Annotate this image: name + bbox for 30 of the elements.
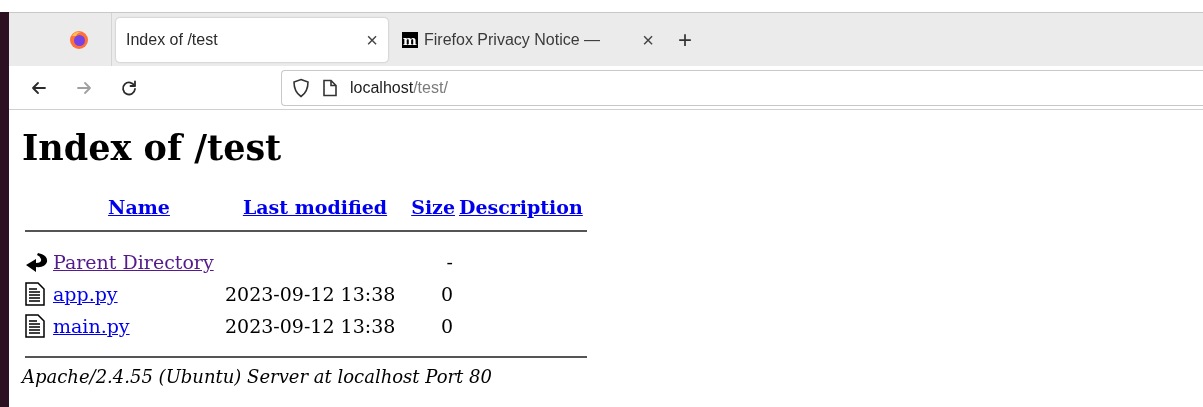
column-header-link[interactable]: Name bbox=[108, 192, 170, 222]
file-size: 0 bbox=[440, 281, 454, 307]
browser-tab[interactable]: Index of /test × bbox=[116, 17, 388, 62]
page-icon[interactable] bbox=[322, 78, 338, 97]
address-bar[interactable]: localhost/test/ bbox=[281, 69, 1203, 106]
document-icon bbox=[25, 282, 45, 306]
browser-logo-icon bbox=[69, 29, 89, 50]
close-tab-button[interactable]: × bbox=[366, 29, 378, 50]
back-arrow-icon bbox=[25, 250, 49, 274]
column-header-link[interactable]: Description bbox=[455, 192, 583, 222]
tab-title: Firefox Privacy Notice — bbox=[424, 29, 602, 50]
browser-tab[interactable]: m Firefox Privacy Notice — × bbox=[392, 17, 664, 62]
modified-date: 2023-09-12 13:38 bbox=[225, 281, 397, 307]
site-favicon: m bbox=[402, 31, 418, 48]
server-signature: Apache/2.4.55 (Ubuntu) Server at localhost Port 80 bbox=[22, 366, 493, 388]
document-icon bbox=[25, 314, 45, 338]
column-header-link[interactable]: Last modified bbox=[242, 192, 388, 222]
column-header-link[interactable]: Size bbox=[411, 192, 455, 222]
file-link[interactable]: Parent Directory bbox=[53, 247, 214, 277]
file-size: 0 bbox=[440, 313, 454, 339]
file-link[interactable]: app.py bbox=[53, 279, 118, 309]
modified-date: 2023-09-12 13:38 bbox=[225, 313, 397, 339]
new-tab-button[interactable]: + bbox=[678, 27, 692, 52]
shield-icon[interactable] bbox=[292, 77, 310, 98]
url-text: localhost/test/ bbox=[350, 77, 448, 98]
close-tab-button[interactable]: × bbox=[642, 29, 654, 50]
file-link[interactable]: main.py bbox=[53, 311, 130, 341]
page-heading: Index of /test bbox=[22, 126, 283, 170]
tab-title: Index of /test bbox=[126, 29, 219, 50]
file-size: - bbox=[446, 249, 454, 275]
